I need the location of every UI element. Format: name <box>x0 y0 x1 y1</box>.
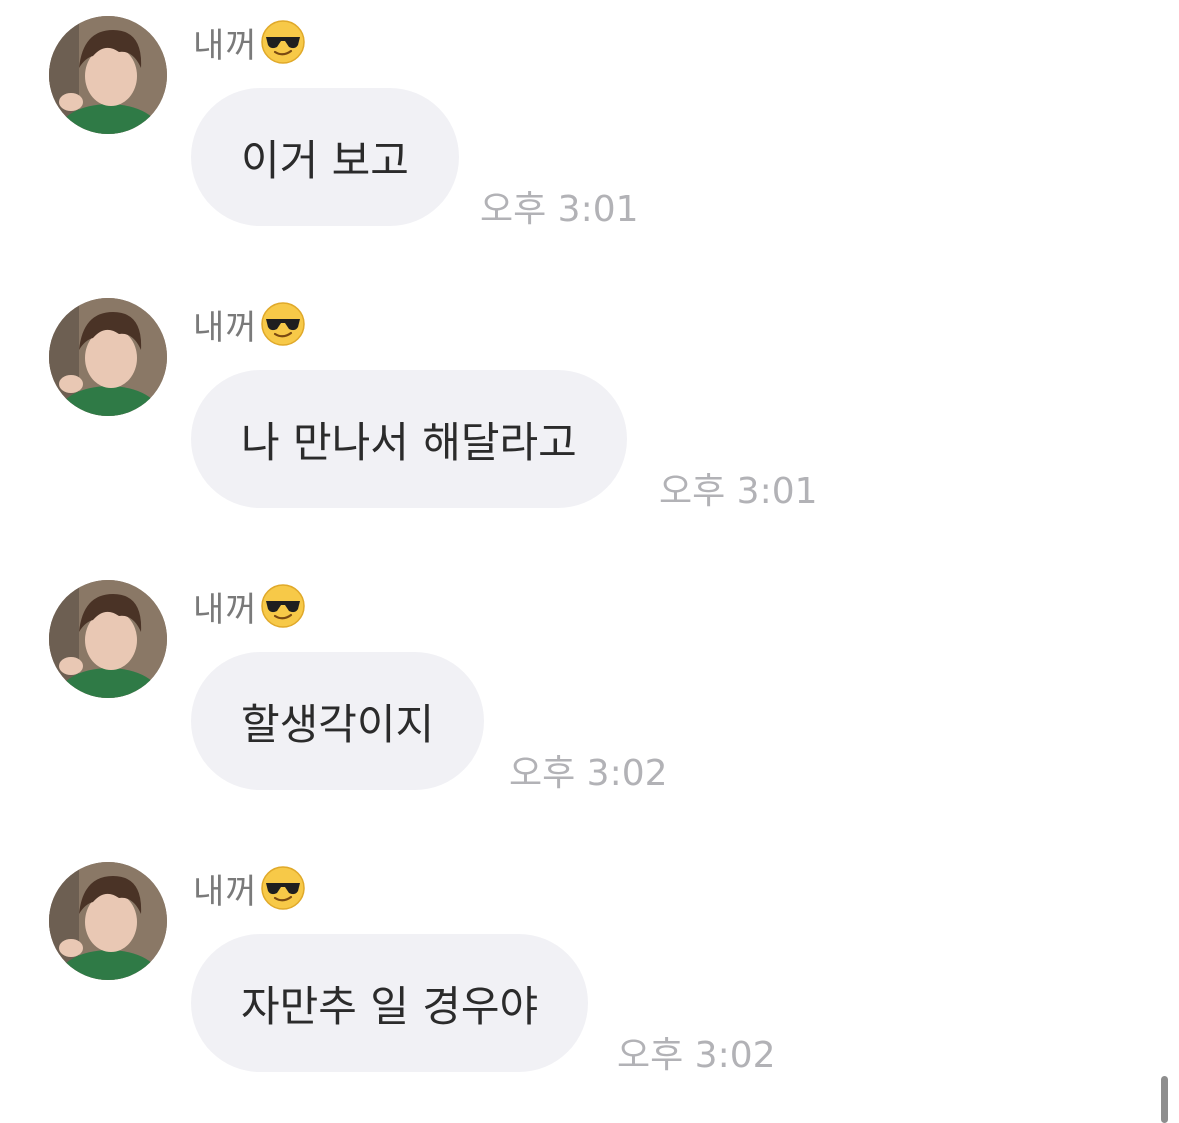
sender-label: 내꺼 <box>193 871 258 912</box>
message-bubble[interactable]: 자만추 일 경우야 <box>191 934 589 1072</box>
sender-label: 내꺼 <box>193 25 258 66</box>
message-row: 내꺼 이거 보고 오후 3:01 <box>0 0 1179 240</box>
sender-name: 내꺼 <box>193 300 306 348</box>
message-time: 오후 3:01 <box>659 471 818 512</box>
avatar[interactable] <box>49 580 167 698</box>
sunglasses-face-icon <box>260 19 306 65</box>
message-bubble[interactable]: 나 만나서 해달라고 <box>191 370 627 508</box>
avatar[interactable] <box>49 298 167 416</box>
sender-label: 내꺼 <box>193 589 258 630</box>
sunglasses-face-icon <box>260 583 306 629</box>
message-row: 내꺼 나 만나서 해달라고 오후 3:01 <box>0 282 1179 522</box>
message-bubble[interactable]: 할생각이지 <box>191 652 485 790</box>
avatar[interactable] <box>49 862 167 980</box>
message-time: 오후 3:02 <box>509 753 668 794</box>
avatar[interactable] <box>49 16 167 134</box>
message-time: 오후 3:01 <box>480 189 639 230</box>
sunglasses-face-icon <box>260 301 306 347</box>
sender-name: 내꺼 <box>193 18 306 66</box>
message-row: 내꺼 할생각이지 오후 3:02 <box>0 564 1179 804</box>
sender-name: 내꺼 <box>193 864 306 912</box>
message-time: 오후 3:02 <box>617 1035 776 1076</box>
sender-label: 내꺼 <box>193 307 258 348</box>
message-bubble[interactable]: 이거 보고 <box>191 88 459 226</box>
sunglasses-face-icon <box>260 865 306 911</box>
sender-name: 내꺼 <box>193 582 306 630</box>
scrollbar[interactable] <box>1161 1076 1168 1123</box>
message-row: 내꺼 자만추 일 경우야 오후 3:02 <box>0 846 1179 1086</box>
